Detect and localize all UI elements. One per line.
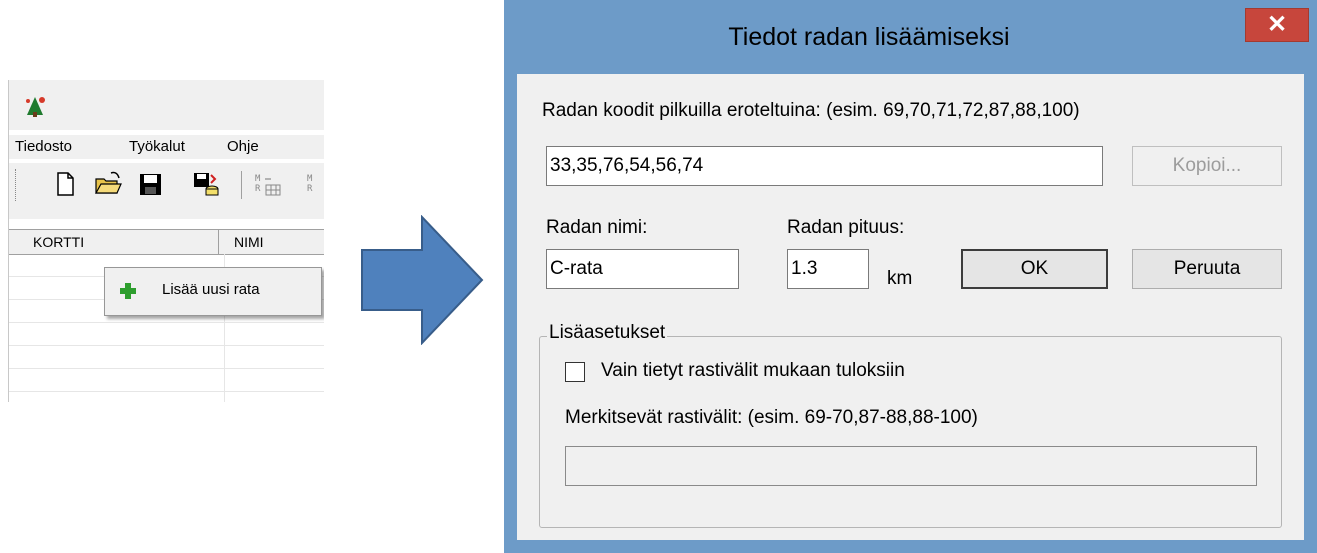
dialog-titlebar[interactable]: Tiedot radan lisäämiseksi ✕: [504, 0, 1317, 74]
svg-text:R: R: [255, 184, 261, 194]
course-length-input[interactable]: [787, 249, 869, 289]
copy-button[interactable]: Kopioi...: [1132, 146, 1282, 186]
dialog-content: Radan koodit pilkuilla eroteltuina: (esi…: [517, 74, 1304, 540]
course-codes-input[interactable]: [546, 146, 1103, 186]
menu-file[interactable]: Tiedosto: [15, 138, 72, 155]
context-menu-item-add-course[interactable]: Lisää uusi rata: [162, 281, 260, 298]
right-arrow-icon: [361, 215, 484, 345]
app-logo-icon: [26, 97, 45, 117]
toolbar: M R M R: [9, 162, 324, 219]
context-menu: Lisää uusi rata: [104, 267, 322, 316]
close-icon: ✕: [1266, 11, 1288, 38]
menu-tools[interactable]: Työkalut: [129, 138, 185, 155]
menu-bar: Tiedosto Työkalut Ohje: [9, 135, 324, 159]
list-header: KORTTI NIMI: [9, 229, 324, 255]
list-row: [9, 368, 324, 369]
column-card[interactable]: KORTTI: [33, 234, 84, 250]
codes-label: Radan koodit pilkuilla eroteltuina: (esi…: [542, 100, 1080, 121]
open-folder-icon[interactable]: [93, 169, 123, 199]
move-results-icon-2[interactable]: M R: [305, 169, 324, 199]
new-file-icon[interactable]: [50, 169, 80, 199]
add-course-dialog: Tiedot radan lisäämiseksi ✕ Radan koodit…: [504, 0, 1317, 553]
significant-legs-input: [565, 446, 1257, 486]
save-icon[interactable]: [135, 169, 165, 199]
toolbar-grip: [15, 169, 19, 201]
only-selected-legs-checkbox[interactable]: [565, 362, 585, 382]
toolbar-separator: [241, 171, 242, 199]
svg-text:M: M: [307, 174, 313, 184]
main-app-window: Tiedosto Työkalut Ohje M R M R KORTTI NI…: [8, 80, 324, 402]
significant-legs-label: Merkitsevät rastivälit: (esim. 69-70,87-…: [565, 407, 978, 428]
only-selected-legs-label[interactable]: Vain tietyt rastivälit mukaan tuloksiin: [601, 360, 905, 382]
save-to-database-icon[interactable]: [191, 169, 221, 199]
list-row: [9, 322, 324, 323]
add-icon: [120, 283, 136, 299]
close-button[interactable]: ✕: [1245, 8, 1309, 42]
menu-help[interactable]: Ohje: [227, 138, 259, 155]
column-separator[interactable]: [218, 230, 219, 254]
course-name-input[interactable]: [546, 249, 739, 289]
app-titlebar: [9, 80, 324, 130]
length-unit-label: km: [887, 268, 913, 289]
list-row: [9, 391, 324, 392]
dialog-title: Tiedot radan lisäämiseksi: [728, 23, 1010, 51]
svg-text:R: R: [307, 184, 313, 194]
cancel-button[interactable]: Peruuta: [1132, 249, 1282, 289]
svg-text:M: M: [255, 174, 261, 184]
list-row: [9, 345, 324, 346]
ok-button[interactable]: OK: [961, 249, 1108, 289]
course-length-label: Radan pituus:: [787, 217, 905, 238]
column-name[interactable]: NIMI: [234, 234, 264, 250]
more-settings-label: Lisäasetukset: [547, 322, 668, 344]
course-name-label: Radan nimi:: [546, 217, 648, 238]
move-results-icon[interactable]: M R: [253, 169, 283, 199]
